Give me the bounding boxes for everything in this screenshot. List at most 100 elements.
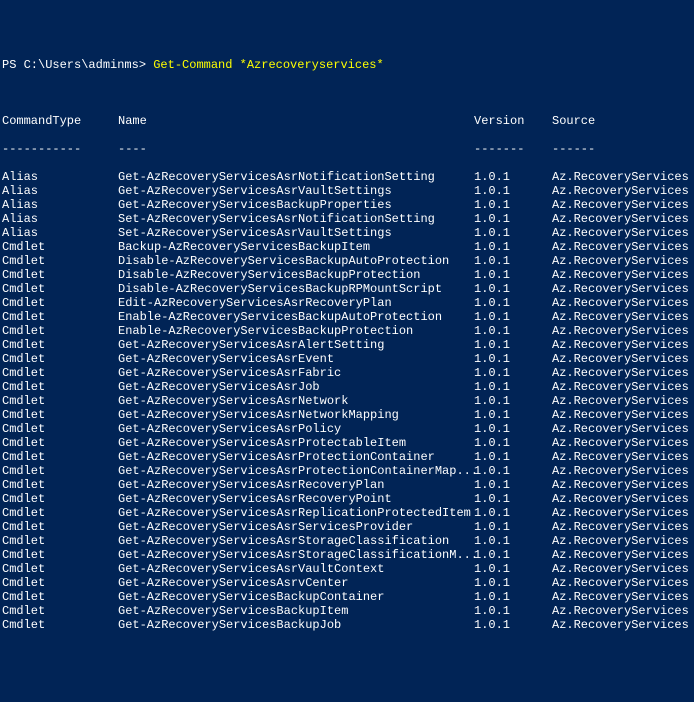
cell-version: 1.0.1 — [474, 352, 552, 366]
cell-version: 1.0.1 — [474, 226, 552, 240]
cell-version: 1.0.1 — [474, 604, 552, 618]
table-row: CmdletGet-AzRecoveryServicesAsrJob1.0.1A… — [2, 380, 692, 394]
cell-name: Get-AzRecoveryServicesAsrAlertSetting — [118, 338, 474, 352]
table-row: AliasGet-AzRecoveryServicesBackupPropert… — [2, 198, 692, 212]
cell-commandtype: Cmdlet — [2, 380, 118, 394]
table-row: CmdletDisable-AzRecoveryServicesBackupAu… — [2, 254, 692, 268]
cell-version: 1.0.1 — [474, 450, 552, 464]
cell-commandtype: Cmdlet — [2, 310, 118, 324]
cell-version: 1.0.1 — [474, 268, 552, 282]
cell-name: Get-AzRecoveryServicesAsrProtectionConta… — [118, 464, 474, 478]
cell-version: 1.0.1 — [474, 534, 552, 548]
cell-source: Az.RecoveryServices — [552, 310, 689, 324]
cell-commandtype: Cmdlet — [2, 268, 118, 282]
cell-name: Get-AzRecoveryServicesAsrServicesProvide… — [118, 520, 474, 534]
cell-name: Disable-AzRecoveryServicesBackupAutoProt… — [118, 254, 474, 268]
table-row: CmdletGet-AzRecoveryServicesAsrNetworkMa… — [2, 408, 692, 422]
table-row: CmdletGet-AzRecoveryServicesAsrServicesP… — [2, 520, 692, 534]
cell-commandtype: Cmdlet — [2, 534, 118, 548]
cell-version: 1.0.1 — [474, 464, 552, 478]
cell-name: Get-AzRecoveryServicesAsrReplicationProt… — [118, 506, 474, 520]
cell-name: Get-AzRecoveryServicesAsrNetworkMapping — [118, 408, 474, 422]
cell-version: 1.0.1 — [474, 380, 552, 394]
cell-commandtype: Cmdlet — [2, 338, 118, 352]
cell-name: Get-AzRecoveryServicesAsrPolicy — [118, 422, 474, 436]
table-row: CmdletGet-AzRecoveryServicesAsrVaultCont… — [2, 562, 692, 576]
cell-commandtype: Cmdlet — [2, 520, 118, 534]
cell-name: Get-AzRecoveryServicesAsrStorageClassifi… — [118, 548, 474, 562]
cell-name: Get-AzRecoveryServicesBackupContainer — [118, 590, 474, 604]
cell-source: Az.RecoveryServices — [552, 506, 689, 520]
cell-name: Get-AzRecoveryServicesAsrRecoveryPoint — [118, 492, 474, 506]
table-row: CmdletGet-AzRecoveryServicesBackupJob1.0… — [2, 618, 692, 632]
cell-name: Get-AzRecoveryServicesBackupItem — [118, 604, 474, 618]
sep-commandtype: ----------- — [2, 142, 118, 156]
header-commandtype: CommandType — [2, 114, 118, 128]
cell-source: Az.RecoveryServices — [552, 408, 689, 422]
cell-version: 1.0.1 — [474, 478, 552, 492]
prompt-line: PS C:\Users\adminms> Get-Command *Azreco… — [2, 58, 692, 72]
sep-source: ------ — [552, 142, 595, 156]
cell-source: Az.RecoveryServices — [552, 464, 689, 478]
cell-commandtype: Cmdlet — [2, 408, 118, 422]
cell-source: Az.RecoveryServices — [552, 422, 689, 436]
table-row: CmdletEdit-AzRecoveryServicesAsrRecovery… — [2, 296, 692, 310]
cell-version: 1.0.1 — [474, 212, 552, 226]
cell-name: Enable-AzRecoveryServicesBackupAutoProte… — [118, 310, 474, 324]
table-row: CmdletGet-AzRecoveryServicesAsrStorageCl… — [2, 534, 692, 548]
cell-commandtype: Cmdlet — [2, 478, 118, 492]
table-row: CmdletGet-AzRecoveryServicesAsrRecoveryP… — [2, 478, 692, 492]
cell-version: 1.0.1 — [474, 324, 552, 338]
cell-version: 1.0.1 — [474, 338, 552, 352]
cell-version: 1.0.1 — [474, 296, 552, 310]
cell-name: Get-AzRecoveryServicesBackupProperties — [118, 198, 474, 212]
cell-version: 1.0.1 — [474, 310, 552, 324]
cell-commandtype: Cmdlet — [2, 366, 118, 380]
table-row: AliasGet-AzRecoveryServicesAsrVaultSetti… — [2, 184, 692, 198]
cell-version: 1.0.1 — [474, 366, 552, 380]
cell-source: Az.RecoveryServices — [552, 436, 689, 450]
table-row: CmdletDisable-AzRecoveryServicesBackupPr… — [2, 268, 692, 282]
prompt-prefix: PS C:\Users\adminms> — [2, 58, 153, 72]
cell-name: Edit-AzRecoveryServicesAsrRecoveryPlan — [118, 296, 474, 310]
cell-commandtype: Cmdlet — [2, 296, 118, 310]
cell-source: Az.RecoveryServices — [552, 184, 689, 198]
cell-version: 1.0.1 — [474, 198, 552, 212]
cell-commandtype: Cmdlet — [2, 282, 118, 296]
cell-name: Enable-AzRecoveryServicesBackupProtectio… — [118, 324, 474, 338]
cell-name: Get-AzRecoveryServicesAsrNetwork — [118, 394, 474, 408]
cell-name: Get-AzRecoveryServicesAsrEvent — [118, 352, 474, 366]
cell-commandtype: Cmdlet — [2, 604, 118, 618]
cell-name: Get-AzRecoveryServicesAsrJob — [118, 380, 474, 394]
cell-commandtype: Cmdlet — [2, 506, 118, 520]
blank-line — [2, 86, 692, 100]
cell-source: Az.RecoveryServices — [552, 380, 689, 394]
cell-source: Az.RecoveryServices — [552, 478, 689, 492]
cell-version: 1.0.1 — [474, 408, 552, 422]
cell-source: Az.RecoveryServices — [552, 534, 689, 548]
cell-name: Get-AzRecoveryServicesAsrProtectionConta… — [118, 450, 474, 464]
cell-source: Az.RecoveryServices — [552, 198, 689, 212]
cell-source: Az.RecoveryServices — [552, 562, 689, 576]
cell-name: Get-AzRecoveryServicesAsrFabric — [118, 366, 474, 380]
table-row: AliasGet-AzRecoveryServicesAsrNotificati… — [2, 170, 692, 184]
cell-source: Az.RecoveryServices — [552, 394, 689, 408]
cell-name: Get-AzRecoveryServicesAsrNotificationSet… — [118, 170, 474, 184]
cell-version: 1.0.1 — [474, 184, 552, 198]
cell-commandtype: Cmdlet — [2, 436, 118, 450]
table-row: CmdletGet-AzRecoveryServicesAsrProtectio… — [2, 464, 692, 478]
cell-version: 1.0.1 — [474, 240, 552, 254]
cell-version: 1.0.1 — [474, 520, 552, 534]
sep-version: ------- — [474, 142, 552, 156]
cell-commandtype: Cmdlet — [2, 240, 118, 254]
cell-name: Disable-AzRecoveryServicesBackupRPMountS… — [118, 282, 474, 296]
cell-name: Disable-AzRecoveryServicesBackupProtecti… — [118, 268, 474, 282]
cell-source: Az.RecoveryServices — [552, 296, 689, 310]
cell-version: 1.0.1 — [474, 436, 552, 450]
table-row: CmdletGet-AzRecoveryServicesAsrProtectab… — [2, 436, 692, 450]
cell-source: Az.RecoveryServices — [552, 576, 689, 590]
cell-version: 1.0.1 — [474, 576, 552, 590]
cell-name: Get-AzRecoveryServicesAsrStorageClassifi… — [118, 534, 474, 548]
cell-name: Backup-AzRecoveryServicesBackupItem — [118, 240, 474, 254]
cell-source: Az.RecoveryServices — [552, 240, 689, 254]
